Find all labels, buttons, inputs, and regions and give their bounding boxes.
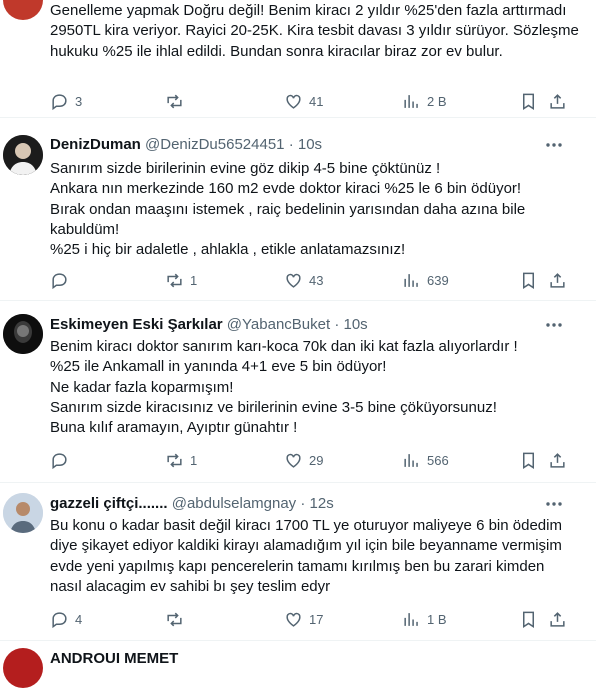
- repost-count: 1: [190, 452, 198, 468]
- view-count: 639: [427, 272, 449, 288]
- more-icon[interactable]: [544, 135, 564, 155]
- timestamp[interactable]: 12s: [310, 495, 334, 512]
- bookmark-icon: [522, 611, 535, 628]
- reply-icon: [52, 611, 67, 628]
- profile-photo: [3, 314, 43, 354]
- timestamp[interactable]: 10s: [298, 136, 322, 153]
- avatar[interactable]: [3, 135, 43, 175]
- tweet[interactable]: Eskimeyen Eski Şarkılar @YabancBuket · 1…: [0, 300, 596, 483]
- tweet-actions: 1 29 566: [50, 449, 580, 471]
- repost-button[interactable]: 1: [165, 269, 197, 291]
- separator: ·: [288, 136, 294, 153]
- reply-button[interactable]: [50, 269, 75, 291]
- like-button[interactable]: 43: [284, 269, 323, 291]
- views-button[interactable]: 2 B: [402, 90, 447, 112]
- heart-icon: [286, 612, 301, 627]
- profile-photo: [3, 135, 43, 175]
- user-handle[interactable]: @DenizDu56524451: [145, 136, 285, 153]
- repost-icon: [167, 273, 182, 287]
- tweet-actions: 4 17 1 B: [50, 608, 580, 630]
- repost-icon: [167, 612, 182, 626]
- separator: ·: [334, 316, 340, 333]
- share-button[interactable]: [548, 449, 567, 471]
- repost-button[interactable]: [165, 608, 190, 630]
- like-count: 17: [309, 611, 324, 627]
- reply-icon: [52, 93, 67, 110]
- share-button[interactable]: [548, 269, 567, 291]
- more-icon[interactable]: [544, 315, 564, 335]
- repost-icon: [167, 453, 182, 467]
- like-count: 43: [309, 272, 324, 288]
- bookmark-icon: [522, 93, 535, 110]
- avatar[interactable]: [3, 0, 43, 20]
- avatar[interactable]: [3, 648, 43, 688]
- heart-icon: [286, 453, 301, 468]
- tweet-text: Genelleme yapmak Doğru değil! Benim kira…: [50, 2, 579, 60]
- tweet[interactable]: DenizDuman @DenizDu56524451 · 10s Sanırı…: [0, 117, 596, 301]
- views-button[interactable]: 639: [402, 269, 449, 291]
- profile-photo: [3, 493, 43, 533]
- views-button[interactable]: 1 B: [402, 608, 447, 630]
- tweet-header: Eskimeyen Eski Şarkılar @YabancBuket · 1…: [50, 315, 368, 335]
- avatar[interactable]: [3, 493, 43, 533]
- display-name[interactable]: gazzeli çiftçi.......: [50, 495, 168, 512]
- bookmark-button[interactable]: [519, 449, 538, 471]
- view-count: 2 B: [427, 93, 447, 109]
- repost-icon: [167, 94, 182, 108]
- bookmark-icon: [522, 272, 535, 289]
- more-icon[interactable]: [544, 494, 564, 514]
- reply-button[interactable]: 4: [50, 608, 82, 630]
- view-count: 1 B: [427, 611, 447, 627]
- separator: ·: [300, 495, 306, 512]
- view-count: 566: [427, 452, 449, 468]
- tweet-text: Bu konu o kadar basit değil kiracı 1700 …: [50, 517, 562, 595]
- reply-count: 3: [75, 93, 83, 109]
- user-handle[interactable]: @YabancBuket: [227, 316, 330, 333]
- heart-icon: [286, 273, 301, 288]
- analytics-icon: [404, 273, 418, 287]
- share-icon: [550, 452, 565, 468]
- share-icon: [550, 611, 565, 627]
- user-handle[interactable]: @abdulselamgnay: [172, 495, 296, 512]
- share-icon: [550, 93, 565, 109]
- like-count: 29: [309, 452, 324, 468]
- share-icon: [550, 272, 565, 288]
- tweet-text: Sanırım sizde birilerinin evine göz diki…: [50, 160, 526, 259]
- tweet-header: gazzeli çiftçi....... @abdulselamgnay · …: [50, 494, 334, 514]
- tweet[interactable]: Genelleme yapmak Doğru değil! Benim kira…: [0, 0, 596, 118]
- tweet[interactable]: gazzeli çiftçi....... @abdulselamgnay · …: [0, 482, 596, 641]
- like-button[interactable]: 29: [284, 449, 323, 471]
- bookmark-icon: [522, 452, 535, 469]
- like-button[interactable]: 17: [284, 608, 323, 630]
- bookmark-button[interactable]: [519, 608, 538, 630]
- display-name[interactable]: ANDROUI MEMET: [50, 650, 178, 667]
- analytics-icon: [404, 453, 418, 467]
- timestamp[interactable]: 10s: [344, 316, 368, 333]
- avatar[interactable]: [3, 314, 43, 354]
- repost-button[interactable]: [165, 90, 190, 112]
- reply-icon: [52, 452, 67, 469]
- views-button[interactable]: 566: [402, 449, 449, 471]
- tweet-actions: 1 43 639: [50, 269, 580, 291]
- tweet-text: Benim kiracı doktor sanırım karı-koca 70…: [50, 338, 518, 437]
- share-button[interactable]: [548, 90, 567, 112]
- bookmark-button[interactable]: [519, 90, 538, 112]
- repost-count: 1: [190, 272, 198, 288]
- reply-button[interactable]: 3: [50, 90, 82, 112]
- tweet-header: DenizDuman @DenizDu56524451 · 10s: [50, 135, 322, 155]
- reply-button[interactable]: [50, 449, 75, 471]
- heart-icon: [286, 94, 301, 109]
- share-button[interactable]: [548, 608, 567, 630]
- like-button[interactable]: 41: [284, 90, 323, 112]
- bookmark-button[interactable]: [519, 269, 538, 291]
- reply-count: 4: [75, 611, 83, 627]
- analytics-icon: [404, 612, 418, 626]
- like-count: 41: [309, 93, 324, 109]
- display-name[interactable]: Eskimeyen Eski Şarkılar: [50, 316, 223, 333]
- analytics-icon: [404, 94, 418, 108]
- repost-button[interactable]: 1: [165, 449, 197, 471]
- display-name[interactable]: DenizDuman: [50, 136, 141, 153]
- tweet-actions: 3 41 2 B: [50, 90, 580, 112]
- reply-icon: [52, 272, 67, 289]
